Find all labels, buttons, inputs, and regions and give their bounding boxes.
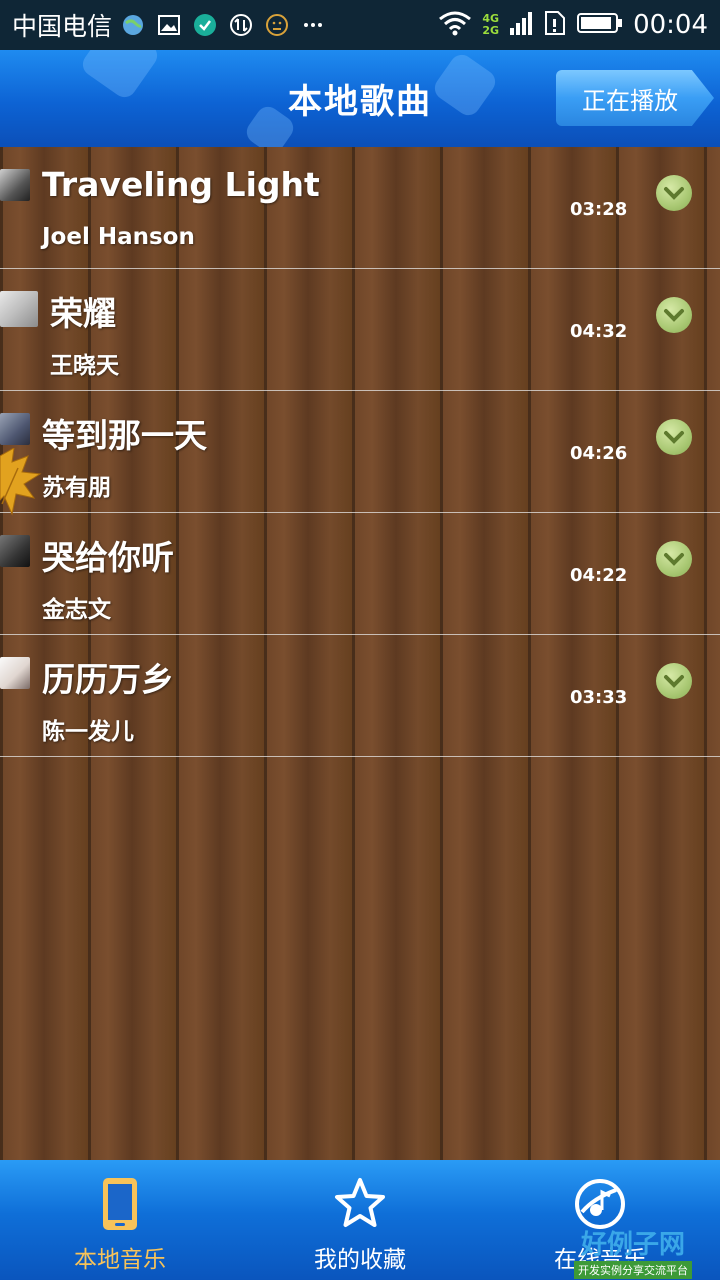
expand-menu-button[interactable] [656,663,692,699]
chevron-down-icon [664,553,684,566]
song-title: 荣耀 [50,294,116,333]
song-duration: 04:22 [570,565,628,586]
carrier-label: 中国电信 [12,12,113,41]
chevron-down-icon [664,431,684,444]
expand-menu-button[interactable] [656,175,692,211]
album-cover [0,535,30,567]
tab-favorites[interactable]: 我的收藏 [240,1160,480,1280]
network-type: 4G 2G [482,13,499,37]
wifi-icon [438,10,472,40]
album-cover [0,291,38,327]
song-title: 哭给你听 [42,538,174,577]
song-artist: 金志文 [42,597,111,623]
album-cover [0,413,30,445]
expand-menu-button[interactable] [656,419,692,455]
song-title: Traveling Light [42,165,320,204]
song-title: 等到那一天 [42,416,207,455]
image-icon [156,12,182,38]
sync-icon [228,12,254,38]
song-duration: 04:32 [570,321,628,342]
clock: 00:04 [633,10,708,40]
song-duration: 03:33 [570,687,628,708]
album-cover [0,657,30,689]
song-list-area[interactable]: Traveling Light Joel Hanson 03:28 荣耀 王晓天… [0,147,720,1160]
status-bar: 中国电信 4G 2G 00:04 [0,0,720,50]
song-duration: 03:28 [570,199,628,220]
check-icon [192,12,218,38]
song-row[interactable]: 哭给你听 金志文 04:22 [0,513,720,635]
more-dots-icon [300,12,326,38]
song-duration: 04:26 [570,443,628,464]
watermark-title: 好例子网 [580,1230,685,1260]
song-row[interactable]: 历历万乡 陈一发儿 03:33 [0,635,720,757]
tab-label: 本地音乐 [74,1247,166,1273]
network-type-bottom: 2G [482,24,500,37]
signal-icon [509,10,533,40]
expand-menu-button[interactable] [656,297,692,333]
chevron-down-icon [664,309,684,322]
chevron-down-icon [664,187,684,200]
star-icon [335,1178,385,1227]
watermark-logo: 好例子网 开发实例分享交流平台 [574,1224,692,1279]
chevron-down-icon [664,675,684,688]
sim-icon [543,10,567,40]
song-title: 历历万乡 [42,660,174,699]
song-artist: 王晓天 [50,353,119,379]
song-row[interactable]: 等到那一天 苏有朋 04:26 [0,391,720,513]
song-row[interactable]: 荣耀 王晓天 04:32 [0,269,720,391]
tab-local-music[interactable]: 本地音乐 [0,1160,240,1280]
song-row[interactable]: Traveling Light Joel Hanson 03:28 [0,147,720,269]
album-cover [0,169,30,201]
song-artist: 陈一发儿 [42,719,134,745]
song-artist: 苏有朋 [42,475,111,501]
song-artist: Joel Hanson [42,224,195,250]
expand-menu-button[interactable] [656,541,692,577]
globe-icon [120,12,146,38]
face-icon [264,12,290,38]
phone-icon [103,1178,137,1230]
watermark-subtitle: 开发实例分享交流平台 [574,1261,692,1279]
now-playing-button[interactable]: 正在播放 [556,70,714,126]
app-screen: 中国电信 4G 2G 00:04 本地歌曲 正在播放 Traveling Lig… [0,0,720,1280]
header-bar: 本地歌曲 正在播放 [0,50,720,147]
leaf-decoration-icon [0,448,42,516]
song-list: Traveling Light Joel Hanson 03:28 荣耀 王晓天… [0,147,720,757]
battery-icon [577,11,623,39]
status-right-group: 4G 2G 00:04 [438,10,708,40]
tab-label: 我的收藏 [314,1247,406,1273]
